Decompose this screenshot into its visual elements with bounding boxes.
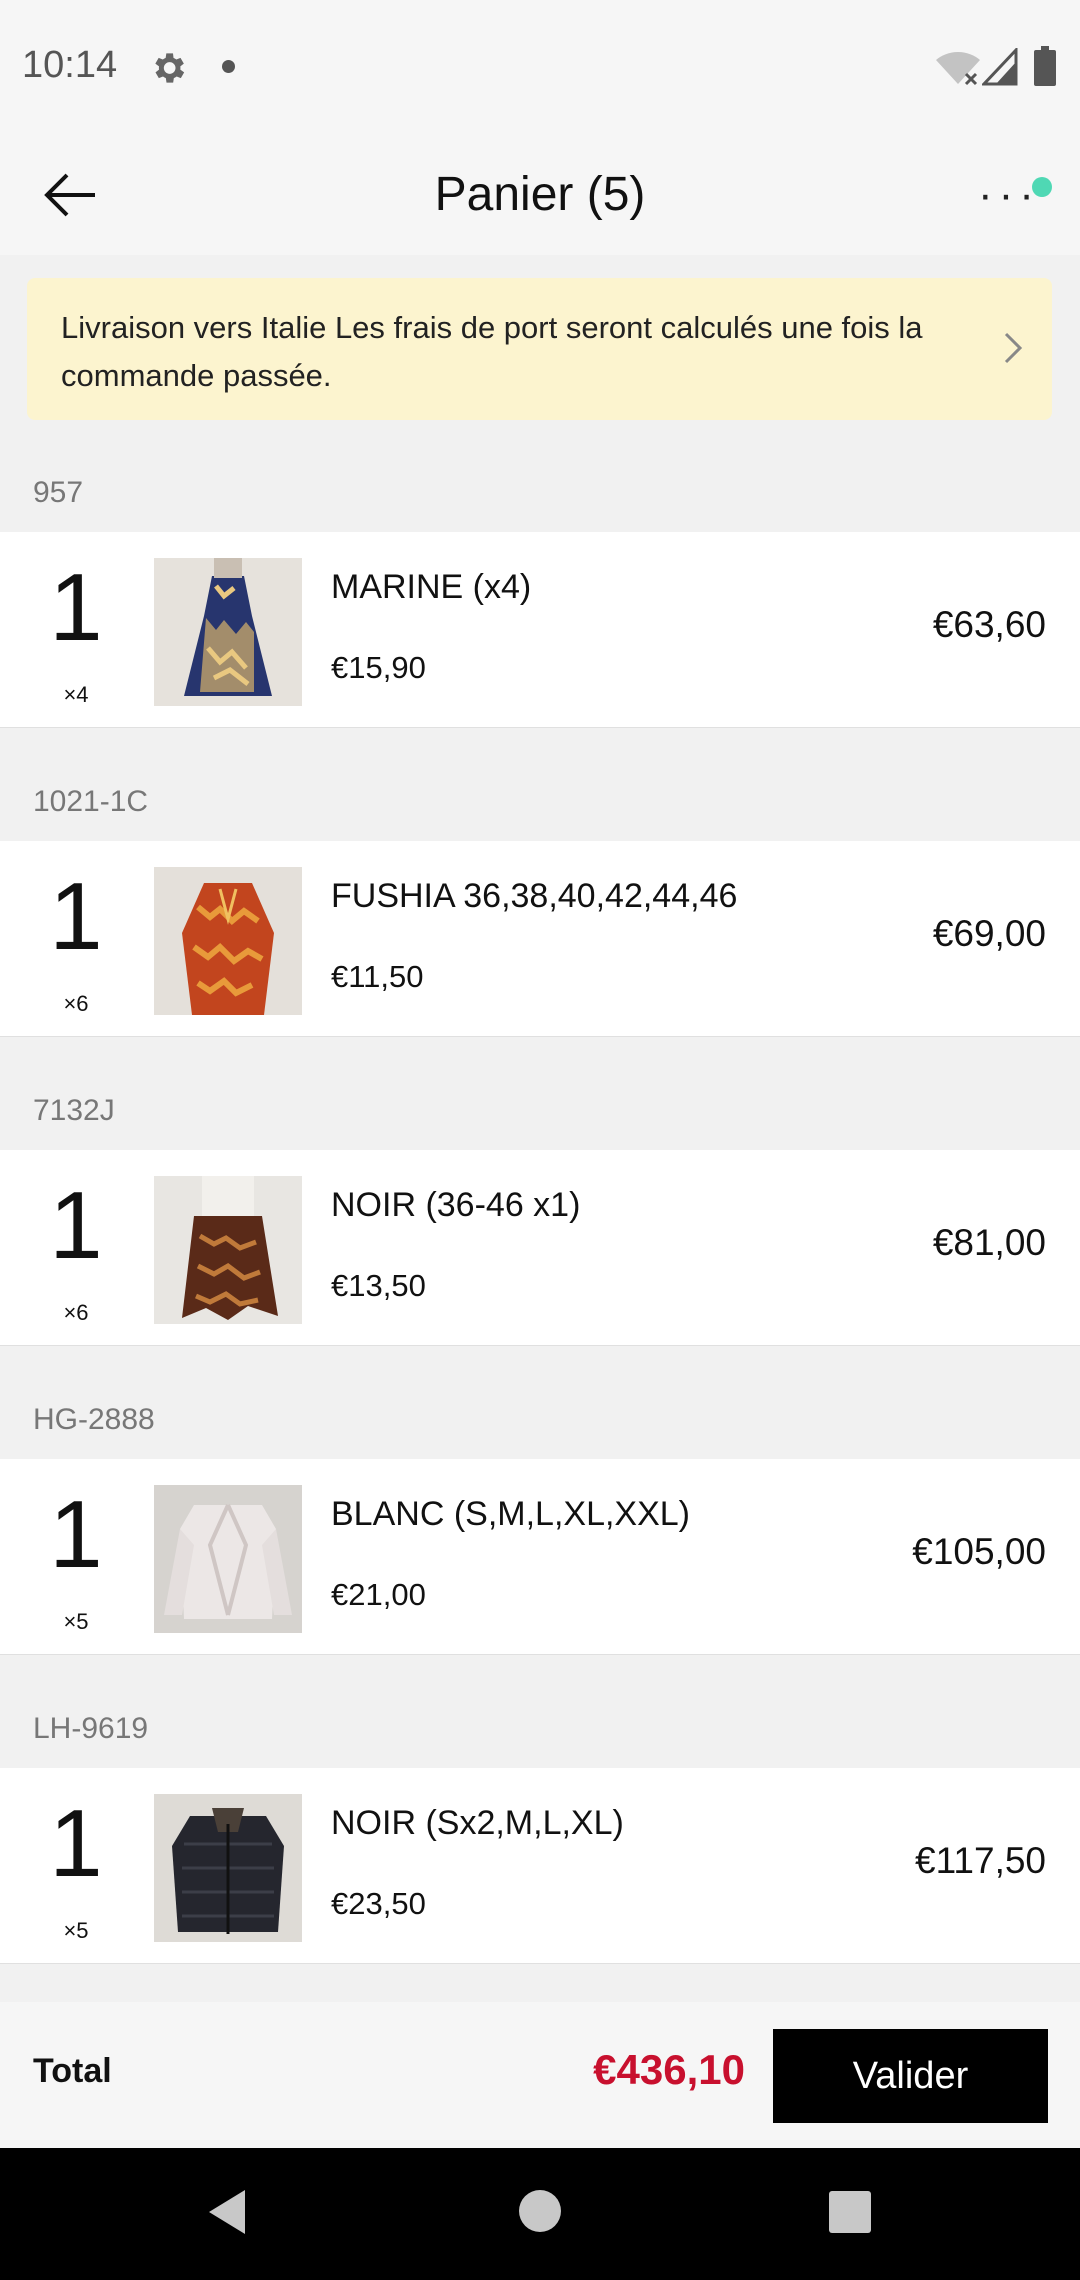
line-total: €69,00	[932, 913, 1046, 954]
line-total: €117,50	[915, 1840, 1046, 1881]
cart-item-row[interactable]: 1 ×4 MARINE (x4) €15,90 €63,60	[0, 532, 1080, 728]
product-name: FUSHIA 36,38,40,42,44,46	[331, 877, 738, 915]
nav-recents-icon[interactable]	[829, 2191, 871, 2233]
shipping-text: Livraison vers Italie Les frais de port …	[61, 310, 923, 393]
unit-price: €21,00	[331, 1577, 426, 1612]
quantity-multiplier: ×5	[63, 1918, 89, 1943]
status-bar: 10:14	[0, 0, 1080, 135]
line-total: €63,60	[932, 604, 1046, 645]
product-name: BLANC (S,M,L,XL,XXL)	[331, 1495, 691, 1533]
group-label: LH-9619	[33, 1712, 149, 1745]
total-bar: Total €436,10 Valider	[0, 2002, 1080, 2148]
unit-price: €15,90	[331, 650, 426, 685]
quantity-value[interactable]: 1	[26, 558, 126, 658]
back-button[interactable]	[38, 165, 104, 225]
unit-price: €23,50	[331, 1886, 426, 1921]
group-label: 7132J	[33, 1094, 115, 1127]
more-dots-icon: ···	[978, 170, 1040, 219]
status-time: 10:14	[22, 44, 118, 86]
chevron-right-icon	[1004, 332, 1023, 364]
page-title: Panier (5)	[434, 168, 646, 221]
total-amount: €436,10	[593, 2046, 745, 2093]
line-total: €105,00	[912, 1531, 1046, 1572]
product-name: MARINE (x4)	[331, 568, 532, 606]
more-options-button[interactable]: ···	[970, 165, 1052, 225]
app-header: Panier (5) ···	[0, 135, 1080, 255]
group-label: 957	[33, 476, 84, 509]
unit-price: €13,50	[331, 1268, 426, 1303]
quantity-value[interactable]: 1	[26, 1176, 126, 1276]
product-image[interactable]	[154, 867, 302, 1015]
quantity-multiplier: ×5	[63, 1609, 89, 1634]
battery-icon	[1034, 46, 1056, 86]
cart-item-row[interactable]: 1 ×6 FUSHIA 36,38,40,42,44,46 €11,50 €69…	[0, 841, 1080, 1037]
quantity-value[interactable]: 1	[26, 1485, 126, 1585]
quantity-multiplier: ×6	[63, 1300, 89, 1325]
quantity-multiplier: ×6	[63, 991, 89, 1016]
wifi-off-icon	[936, 48, 980, 86]
gear-icon	[148, 48, 188, 88]
validate-button[interactable]: Valider	[773, 2029, 1048, 2123]
notification-dot-icon	[222, 60, 235, 73]
product-image[interactable]	[154, 1794, 302, 1942]
product-name: NOIR (36-46 x1)	[331, 1186, 581, 1224]
notification-badge	[1032, 177, 1052, 197]
line-total: €81,00	[932, 1222, 1046, 1263]
product-image[interactable]	[154, 1485, 302, 1633]
unit-price: €11,50	[331, 959, 424, 994]
nav-home-icon[interactable]	[519, 2190, 561, 2232]
cell-signal-icon	[980, 46, 1018, 86]
quantity-value[interactable]: 1	[26, 1794, 126, 1894]
cart-item-row[interactable]: 1 ×6 NOIR (36-46 x1) €13,50 €81,00	[0, 1150, 1080, 1346]
group-label: HG-2888	[33, 1403, 155, 1436]
nav-back-icon[interactable]	[203, 2186, 249, 2238]
product-image[interactable]	[154, 1176, 302, 1324]
quantity-value[interactable]: 1	[26, 867, 126, 967]
product-name: NOIR (Sx2,M,L,XL)	[331, 1804, 624, 1842]
system-nav-bar	[0, 2148, 1080, 2280]
cart-item-row[interactable]: 1 ×5 BLANC (S,M,L,XL,XXL) €21,00 €105,00	[0, 1459, 1080, 1655]
group-label: 1021-1C	[33, 785, 149, 818]
cart-item-row[interactable]: 1 ×5 NOIR (Sx2,M,L,XL) €23,50 €117,50	[0, 1768, 1080, 1964]
quantity-multiplier: ×4	[63, 682, 89, 707]
shipping-banner[interactable]: Livraison vers Italie Les frais de port …	[27, 278, 1052, 420]
arrow-left-icon	[44, 173, 95, 217]
product-image[interactable]	[154, 558, 302, 706]
total-label: Total	[33, 2052, 112, 2090]
